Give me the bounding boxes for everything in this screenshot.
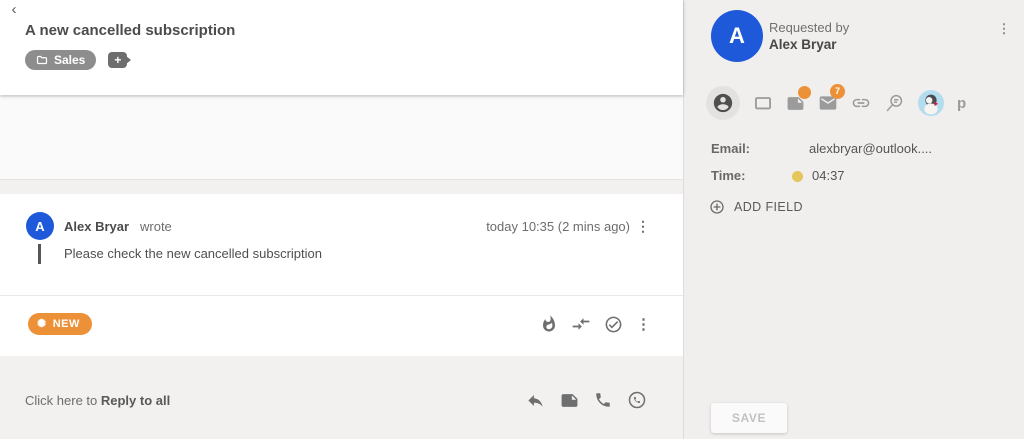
app-root: ‹ A new cancelled subscription Sales + A… xyxy=(0,0,1024,439)
whatsapp-icon[interactable] xyxy=(627,390,647,410)
requested-by-label: Requested by xyxy=(769,20,849,35)
reply-icon[interactable] xyxy=(526,391,545,410)
message-card: A Alex Bryar wrote today 10:35 (2 mins a… xyxy=(0,194,683,356)
tab-prestashop-p[interactable]: p xyxy=(957,95,966,112)
field-label-time: Time: xyxy=(711,168,745,183)
flame-icon[interactable] xyxy=(540,315,558,333)
requester-name: Alex Bryar xyxy=(769,37,837,52)
tab-notes[interactable] xyxy=(786,94,805,113)
notes-badge-dot xyxy=(798,86,811,99)
tab-prestashop-avatar[interactable] xyxy=(918,90,944,116)
tag-label: Sales xyxy=(54,53,85,67)
sidebar-more-icon[interactable]: ⋮ xyxy=(996,20,1012,38)
reply-icons xyxy=(526,390,647,410)
ticket-header: ‹ A new cancelled subscription Sales + xyxy=(0,0,683,95)
message-more-icon[interactable]: ⋮ xyxy=(635,217,651,235)
divider xyxy=(0,295,683,296)
tag-chip-sales[interactable]: Sales xyxy=(25,50,96,70)
announcement-icon xyxy=(884,93,905,114)
transfer-icon[interactable] xyxy=(571,314,591,334)
add-tag-button[interactable]: + xyxy=(108,52,127,68)
ticket-panel: ‹ A new cancelled subscription Sales + A… xyxy=(0,0,683,439)
phone-icon[interactable] xyxy=(594,391,612,409)
tab-card[interactable] xyxy=(753,93,773,113)
message-actions-row: ✺ NEW ⋮ xyxy=(28,304,651,344)
message-body: Please check the new cancelled subscript… xyxy=(38,244,322,264)
tab-announcements[interactable] xyxy=(884,93,905,114)
more-vertical-icon[interactable]: ⋮ xyxy=(636,315,651,333)
ticket-title: A new cancelled subscription xyxy=(25,22,235,39)
field-label-email: Email: xyxy=(711,141,750,156)
status-label: NEW xyxy=(53,318,80,330)
requester-sidebar: A Requested by Alex Bryar ⋮ 7 xyxy=(683,0,1024,439)
note-icon[interactable] xyxy=(560,391,579,410)
prestashop-avatar xyxy=(918,90,944,116)
message-timestamp: today 10:35 (2 mins ago) xyxy=(486,219,630,234)
folder-icon xyxy=(36,54,48,66)
seal-icon: ✺ xyxy=(37,319,47,330)
tags-row: Sales + xyxy=(25,50,127,70)
activity-section: Alex Bryar Created from API xyxy=(0,97,683,180)
reply-prefix: Click here to xyxy=(25,393,101,408)
add-field-button[interactable]: ADD FIELD xyxy=(709,199,803,215)
sidebar-tabs: 7 p xyxy=(706,86,966,120)
field-value-email: alexbryar@outlook.... xyxy=(809,141,932,156)
add-circle-icon xyxy=(709,199,725,215)
avatar: A xyxy=(26,212,54,240)
requester-avatar: A xyxy=(711,10,763,62)
action-icons: ⋮ xyxy=(540,314,651,334)
reply-prompt: Click here to Reply to all xyxy=(25,393,170,408)
tickets-badge-count: 7 xyxy=(830,84,845,99)
save-button[interactable]: SAVE xyxy=(711,403,787,433)
message-author: Alex Bryar xyxy=(64,219,129,234)
contact-icon xyxy=(712,92,734,114)
field-value-time: 04:37 xyxy=(812,168,845,183)
reply-bar[interactable]: Click here to Reply to all xyxy=(0,356,683,439)
card-icon xyxy=(753,93,773,113)
back-button[interactable]: ‹ xyxy=(5,1,23,19)
link-icon xyxy=(851,93,871,113)
reply-to-all-link[interactable]: Reply to all xyxy=(101,393,170,408)
tab-links[interactable] xyxy=(851,93,871,113)
status-dot xyxy=(792,171,803,182)
tab-tickets[interactable]: 7 xyxy=(818,93,838,113)
plus-icon: + xyxy=(114,53,121,67)
status-badge[interactable]: ✺ NEW xyxy=(28,313,92,335)
message-action-word: wrote xyxy=(140,219,172,234)
tab-contact[interactable] xyxy=(706,86,740,120)
add-field-label: ADD FIELD xyxy=(734,200,803,214)
resolve-icon[interactable] xyxy=(604,315,623,334)
